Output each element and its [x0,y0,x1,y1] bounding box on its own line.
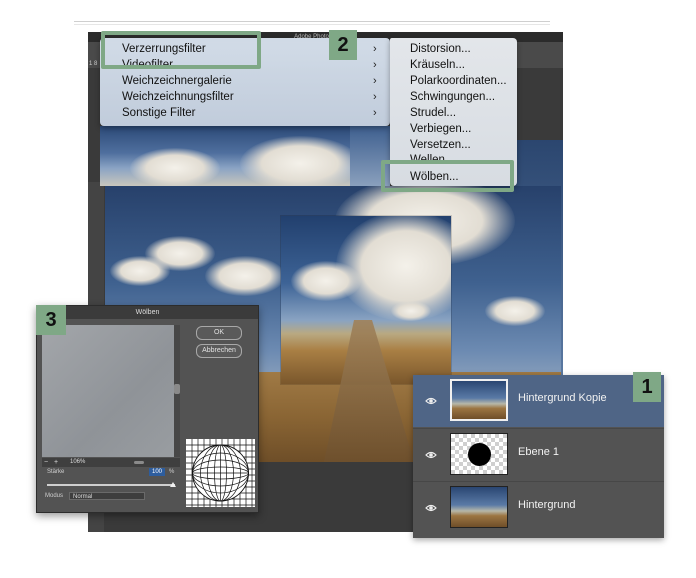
menu-item-sonstige-filter[interactable]: Sonstige Filter [122,106,196,121]
menu-item-distorsion[interactable]: Distorsion... [410,42,471,57]
dialog-title: Wölben [37,306,258,319]
menu-item-strudel[interactable]: Strudel... [410,106,456,121]
strength-slider-knob[interactable] [170,482,176,487]
layer-thumbnail [450,379,508,421]
chevron-right-icon: › [373,59,377,71]
filter-preview[interactable] [42,325,174,457]
layer-row-ebene-1[interactable]: Ebene 1 [413,428,664,481]
layers-panel: Hintergrund Kopie Ebene 1 Hintergrund [413,375,664,538]
cloud [205,256,285,296]
strength-input[interactable]: 100 [149,468,165,476]
black-circle-shape [468,443,491,466]
callout-badge-3: 3 [36,305,66,335]
menu-item-weichzeichnergalerie[interactable]: Weichzeichnergalerie [122,74,232,89]
document-image-top [100,126,350,186]
zoom-indicator: 1 8 [89,61,98,67]
cloud [130,148,220,186]
mode-select[interactable]: Normal [69,492,145,500]
top-separator-line-2 [74,24,550,25]
eye-icon[interactable] [425,449,437,461]
spherize-grid-icon [186,439,255,507]
menu-item-kraeuseln[interactable]: Kräuseln... [410,58,465,73]
callout-badge-2: 2 [329,30,357,60]
chevron-right-icon: › [373,75,377,87]
chevron-right-icon: › [373,43,377,55]
strength-label: Stärke [47,469,65,475]
cloud [485,296,545,326]
preview-scroll-thumb[interactable] [174,384,180,394]
layer-row-hintergrund-kopie[interactable]: Hintergrund Kopie [413,375,664,427]
chevron-right-icon: › [373,91,377,103]
menu-item-verbiegen[interactable]: Verbiegen... [410,122,471,137]
zoom-in-button[interactable]: + [54,458,58,467]
chevron-right-icon: › [373,107,377,119]
menu-item-weichzeichnungsfilter[interactable]: Weichzeichnungsfilter [122,90,234,105]
spherize-grid-preview [186,439,255,507]
cancel-button[interactable]: Abbrechen [196,344,242,358]
menu-item-schwingungen[interactable]: Schwingungen... [410,90,495,105]
cloud [240,136,350,186]
eye-icon[interactable] [425,395,437,407]
layer-thumbnail [450,486,508,528]
cloud [291,261,361,301]
cloud [110,256,170,286]
layer-name: Hintergrund Kopie [518,392,607,404]
ok-button[interactable]: OK [196,326,242,340]
layer-name: Hintergrund [518,499,576,511]
menu-item-polarkoordinaten[interactable]: Polarkoordinaten... [410,74,507,89]
strength-slider-track[interactable] [47,484,175,486]
zoom-out-button[interactable]: − [44,458,48,467]
menu-item-versetzen[interactable]: Versetzen... [410,138,471,153]
layer-row-hintergrund[interactable]: Hintergrund [413,481,664,534]
highlight-verzerrungsfilter [101,31,261,69]
layer-thumbnail [450,433,508,475]
preview-zoom-bar: − + 106% [42,458,180,467]
zoom-value: 106% [70,459,86,465]
horizontal-scroll-thumb[interactable] [134,461,144,464]
cloud [391,301,431,321]
highlight-woelben [381,160,514,192]
eye-icon[interactable] [425,502,437,514]
spherize-dialog: Wölben − + 106% OK Abbrechen Stärke 100 … [36,305,259,513]
mode-label: Modus [45,493,64,499]
strength-unit: % [169,469,175,475]
callout-badge-1: 1 [633,372,661,402]
top-separator-line [74,21,550,22]
layer-name: Ebene 1 [518,446,559,458]
